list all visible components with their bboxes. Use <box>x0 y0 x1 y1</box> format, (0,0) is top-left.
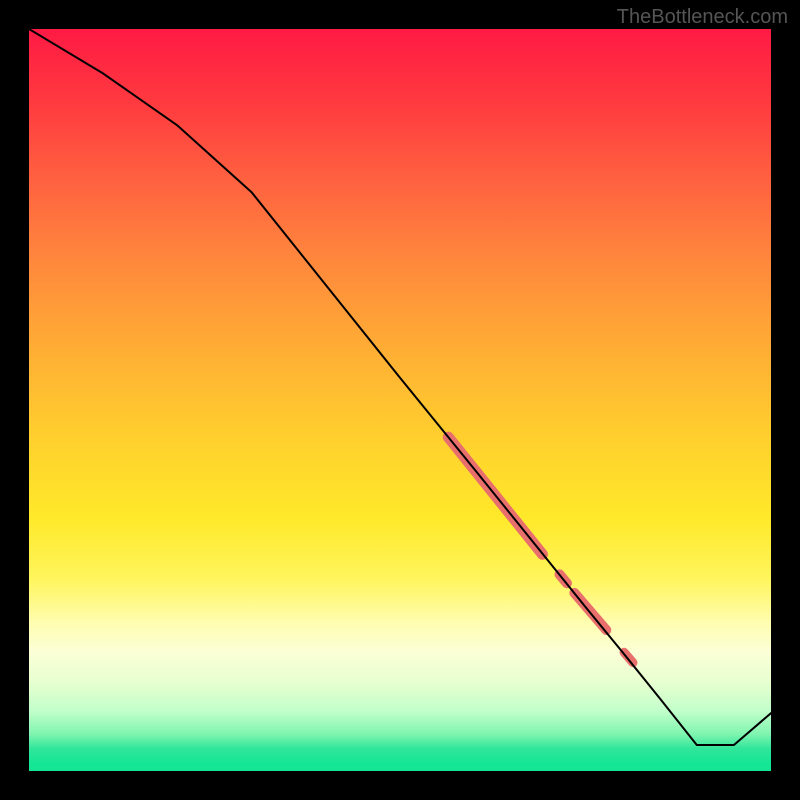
main-curve-path <box>29 29 771 745</box>
plot-area <box>29 29 771 771</box>
chart-svg <box>29 29 771 771</box>
chart-container: TheBottleneck.com <box>0 0 800 800</box>
watermark-text: TheBottleneck.com <box>617 6 788 29</box>
